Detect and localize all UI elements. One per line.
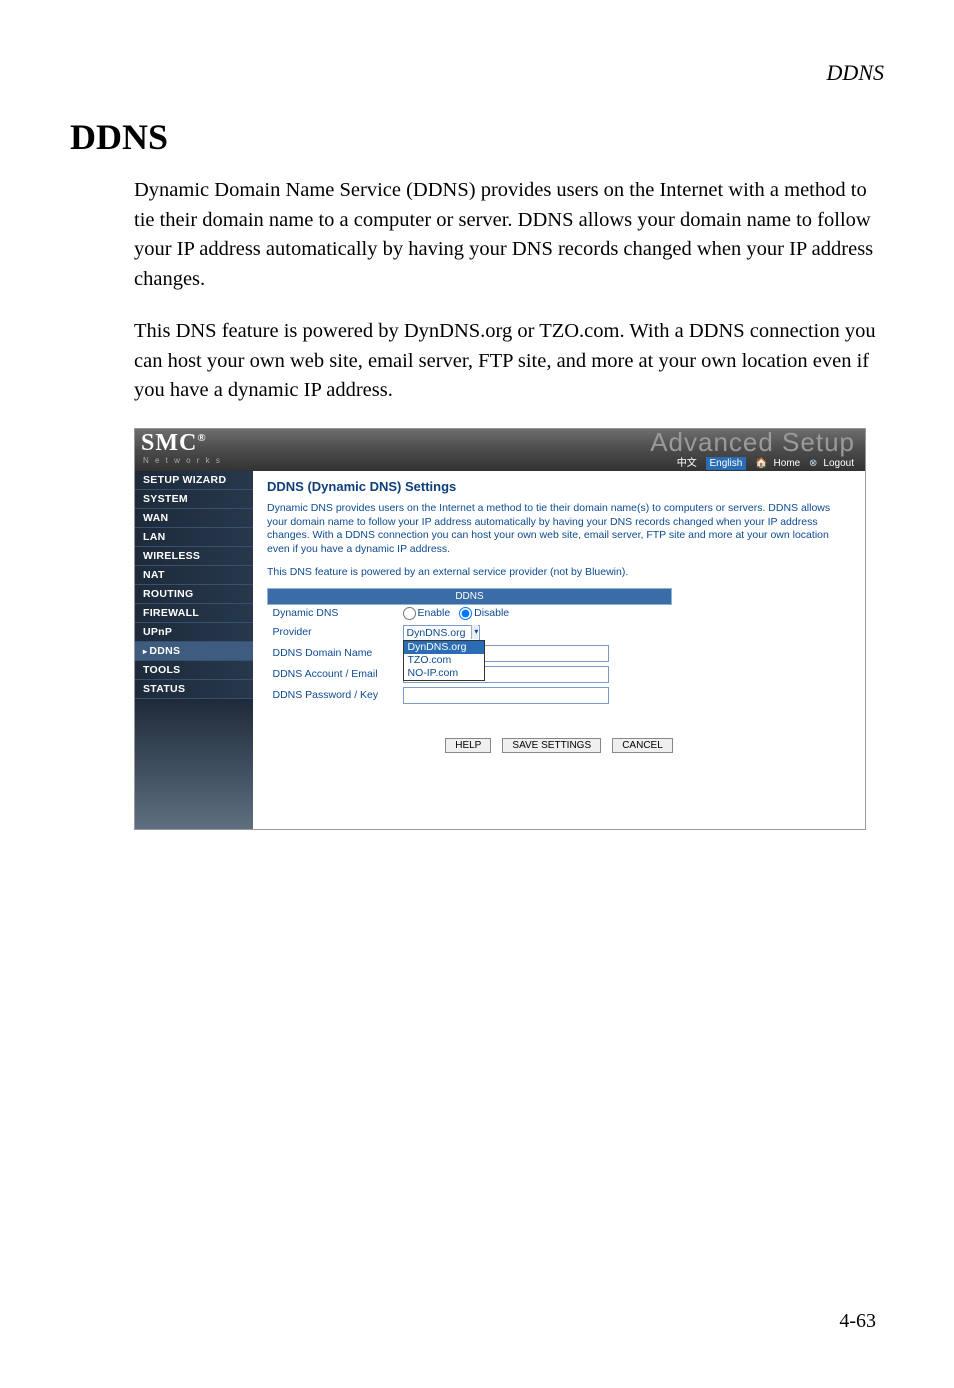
nav-filler bbox=[135, 699, 253, 829]
button-row: HELP SAVE SETTINGS CANCEL bbox=[267, 738, 851, 753]
enable-radio[interactable] bbox=[403, 607, 416, 620]
ddns-table-header: DDNS bbox=[268, 589, 672, 605]
provider-select[interactable]: DynDNS.org DynDNS.org TZO.com NO-IP.com bbox=[403, 625, 481, 641]
disable-text: Disable bbox=[474, 607, 509, 619]
brand-text: SMC bbox=[141, 430, 197, 456]
content-pane: DDNS (Dynamic DNS) Settings Dynamic DNS … bbox=[253, 471, 865, 829]
cancel-button[interactable]: CANCEL bbox=[612, 738, 673, 753]
nav-upnp[interactable]: UPnP bbox=[135, 623, 253, 642]
nav-status[interactable]: STATUS bbox=[135, 680, 253, 699]
logout-icon: ⊗ bbox=[809, 458, 817, 469]
logout-link[interactable]: Logout bbox=[823, 458, 854, 469]
provider-selected-value: DynDNS.org bbox=[403, 625, 481, 641]
disable-radio[interactable] bbox=[459, 607, 472, 620]
nav-firewall[interactable]: FIREWALL bbox=[135, 604, 253, 623]
ddns-settings-table: DDNS Dynamic DNS Enable Disable Provider… bbox=[267, 588, 672, 706]
top-link-bar: 中文 English 🏠 Home ⊗ Logout bbox=[674, 454, 857, 469]
brand-subtext: N e t w o r k s bbox=[143, 456, 222, 465]
enable-option[interactable]: Enable bbox=[403, 607, 451, 619]
provider-dropdown-list: DynDNS.org TZO.com NO-IP.com bbox=[403, 640, 485, 681]
provider-label: Provider bbox=[268, 623, 398, 643]
intro-paragraph-2: This DNS feature is powered by DynDNS.or… bbox=[134, 317, 884, 406]
intro-paragraph-1: Dynamic Domain Name Service (DDNS) provi… bbox=[134, 176, 884, 295]
save-settings-button[interactable]: SAVE SETTINGS bbox=[502, 738, 601, 753]
provider-option-dyndns[interactable]: DynDNS.org bbox=[404, 641, 484, 654]
enable-text: Enable bbox=[418, 607, 451, 619]
content-heading: DDNS (Dynamic DNS) Settings bbox=[267, 479, 851, 496]
running-header: DDNS bbox=[70, 60, 884, 86]
content-intro-text: Dynamic DNS provides users on the Intern… bbox=[267, 502, 851, 557]
domain-name-label: DDNS Domain Name bbox=[268, 643, 398, 664]
nav-lan[interactable]: LAN bbox=[135, 528, 253, 547]
account-email-label: DDNS Account / Email bbox=[268, 664, 398, 685]
router-screenshot: SMC® N e t w o r k s Advanced Setup 中文 E… bbox=[134, 428, 866, 830]
home-link[interactable]: Home bbox=[774, 458, 801, 469]
page-title: DDNS bbox=[70, 116, 884, 158]
password-key-label: DDNS Password / Key bbox=[268, 685, 398, 706]
nav-wireless[interactable]: WIRELESS bbox=[135, 547, 253, 566]
nav-system[interactable]: SYSTEM bbox=[135, 490, 253, 509]
nav-setup-wizard[interactable]: SETUP WIZARD bbox=[135, 471, 253, 490]
nav-wan[interactable]: WAN bbox=[135, 509, 253, 528]
dynamic-dns-label: Dynamic DNS bbox=[268, 605, 398, 623]
router-header: SMC® N e t w o r k s Advanced Setup 中文 E… bbox=[135, 429, 865, 471]
provider-option-tzo[interactable]: TZO.com bbox=[404, 654, 484, 667]
nav-routing[interactable]: ROUTING bbox=[135, 585, 253, 604]
page-number: 4-63 bbox=[839, 1310, 876, 1333]
sidebar-nav: SETUP WIZARD SYSTEM WAN LAN WIRELESS NAT… bbox=[135, 471, 253, 829]
disable-option[interactable]: Disable bbox=[459, 607, 509, 619]
password-key-input[interactable] bbox=[403, 687, 609, 704]
help-button[interactable]: HELP bbox=[445, 738, 491, 753]
nav-tools[interactable]: TOOLS bbox=[135, 661, 253, 680]
brand-reg: ® bbox=[197, 432, 206, 444]
home-icon: 🏠 bbox=[755, 458, 767, 469]
provider-option-noip[interactable]: NO-IP.com bbox=[404, 667, 484, 680]
content-note-text: This DNS feature is powered by an extern… bbox=[267, 566, 851, 580]
nav-ddns[interactable]: DDNS bbox=[135, 642, 253, 661]
lang-chinese-link[interactable]: 中文 bbox=[677, 458, 697, 469]
lang-english-link[interactable]: English bbox=[706, 457, 747, 470]
nav-nat[interactable]: NAT bbox=[135, 566, 253, 585]
brand-logo: SMC® bbox=[141, 430, 207, 457]
